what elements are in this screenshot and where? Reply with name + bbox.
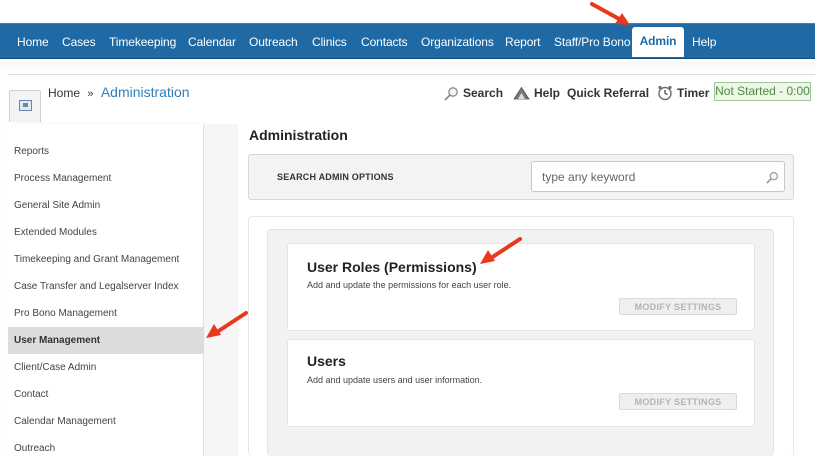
breadcrumb-separator: » [87,88,94,100]
sidebar-item-process-management[interactable]: Process Management [8,165,204,192]
arrow-to-admin-annotation [590,2,630,25]
breadcrumb-home[interactable]: Home [48,86,80,100]
quick-referral-tool[interactable]: Quick Referral [567,85,649,101]
sidebar-item-timekeeping-grant[interactable]: Timekeeping and Grant Management [8,246,204,273]
search-icon[interactable] [766,171,779,184]
user-roles-title: User Roles (Permissions) [307,259,477,275]
nav-outreach[interactable]: Outreach [249,24,298,60]
magnifier-icon [444,86,458,100]
admin-sidebar: Reports Process Management General Site … [8,124,204,456]
nav-report[interactable]: Report [505,24,541,60]
search-tool[interactable]: Search [444,85,503,101]
header-divider [0,62,815,74]
sidebar-item-pro-bono-management[interactable]: Pro Bono Management [8,300,204,327]
users-modify-button[interactable]: MODIFY SETTINGS [619,393,737,410]
user-roles-modify-button[interactable]: MODIFY SETTINGS [619,298,737,315]
sidebar-item-case-transfer[interactable]: Case Transfer and Legalserver Index [8,273,204,300]
sidebar-item-calendar-management[interactable]: Calendar Management [8,408,204,435]
search-admin-label: SEARCH ADMIN OPTIONS [277,172,394,182]
sidebar-item-contact[interactable]: Contact [8,381,204,408]
nav-admin[interactable]: Admin [632,27,684,57]
sidebar-item-outreach[interactable]: Outreach [8,435,204,456]
page-title: Administration [249,127,348,143]
help-tool-label: Help [534,86,561,100]
nav-help[interactable]: Help [692,24,716,60]
nav-timekeeping[interactable]: Timekeeping [109,24,176,60]
users-card: Users Add and update users and user info… [287,339,755,427]
sidebar-gutter [206,124,238,456]
sidebar-item-general-site-admin[interactable]: General Site Admin [8,192,204,219]
help-tool[interactable]: Help [513,85,560,101]
help-life-ring-icon [513,86,530,100]
users-title: Users [307,353,346,369]
quick-referral-label: Quick Referral [567,86,650,100]
arrow-to-user-management-annotation [206,311,248,338]
nav-contacts[interactable]: Contacts [361,24,408,60]
nav-home[interactable]: Home [17,24,49,60]
sidebar-item-user-management[interactable]: User Management [8,327,204,354]
main-nav-bar: Home Cases Timekeeping Calendar Outreach… [0,23,815,59]
timer-tool-label: Timer [677,86,710,100]
user-roles-description: Add and update the permissions for each … [307,280,512,290]
sidebar-item-client-case-admin[interactable]: Client/Case Admin [8,354,204,381]
nav-calendar[interactable]: Calendar [188,24,236,60]
nav-organizations[interactable]: Organizations [421,24,494,60]
admin-panel-icon [19,100,32,111]
timer-status-badge[interactable]: Not Started - 0:00 [714,82,811,101]
clock-icon [658,85,672,101]
arrow-to-user-roles-annotation [480,237,522,264]
admin-search-input[interactable] [531,161,785,192]
search-tool-label: Search [463,86,504,100]
sidebar-item-extended-modules[interactable]: Extended Modules [8,219,204,246]
users-description: Add and update users and user informatio… [307,375,483,385]
nav-cases[interactable]: Cases [62,24,96,60]
sidebar-item-reports[interactable]: Reports [8,138,204,165]
admin-home-icon-button[interactable] [9,90,41,122]
breadcrumb-current[interactable]: Administration [101,84,190,100]
nav-clinics[interactable]: Clinics [312,24,347,60]
breadcrumb: Home » Administration [48,84,190,100]
timer-tool[interactable]: Timer [657,85,709,101]
